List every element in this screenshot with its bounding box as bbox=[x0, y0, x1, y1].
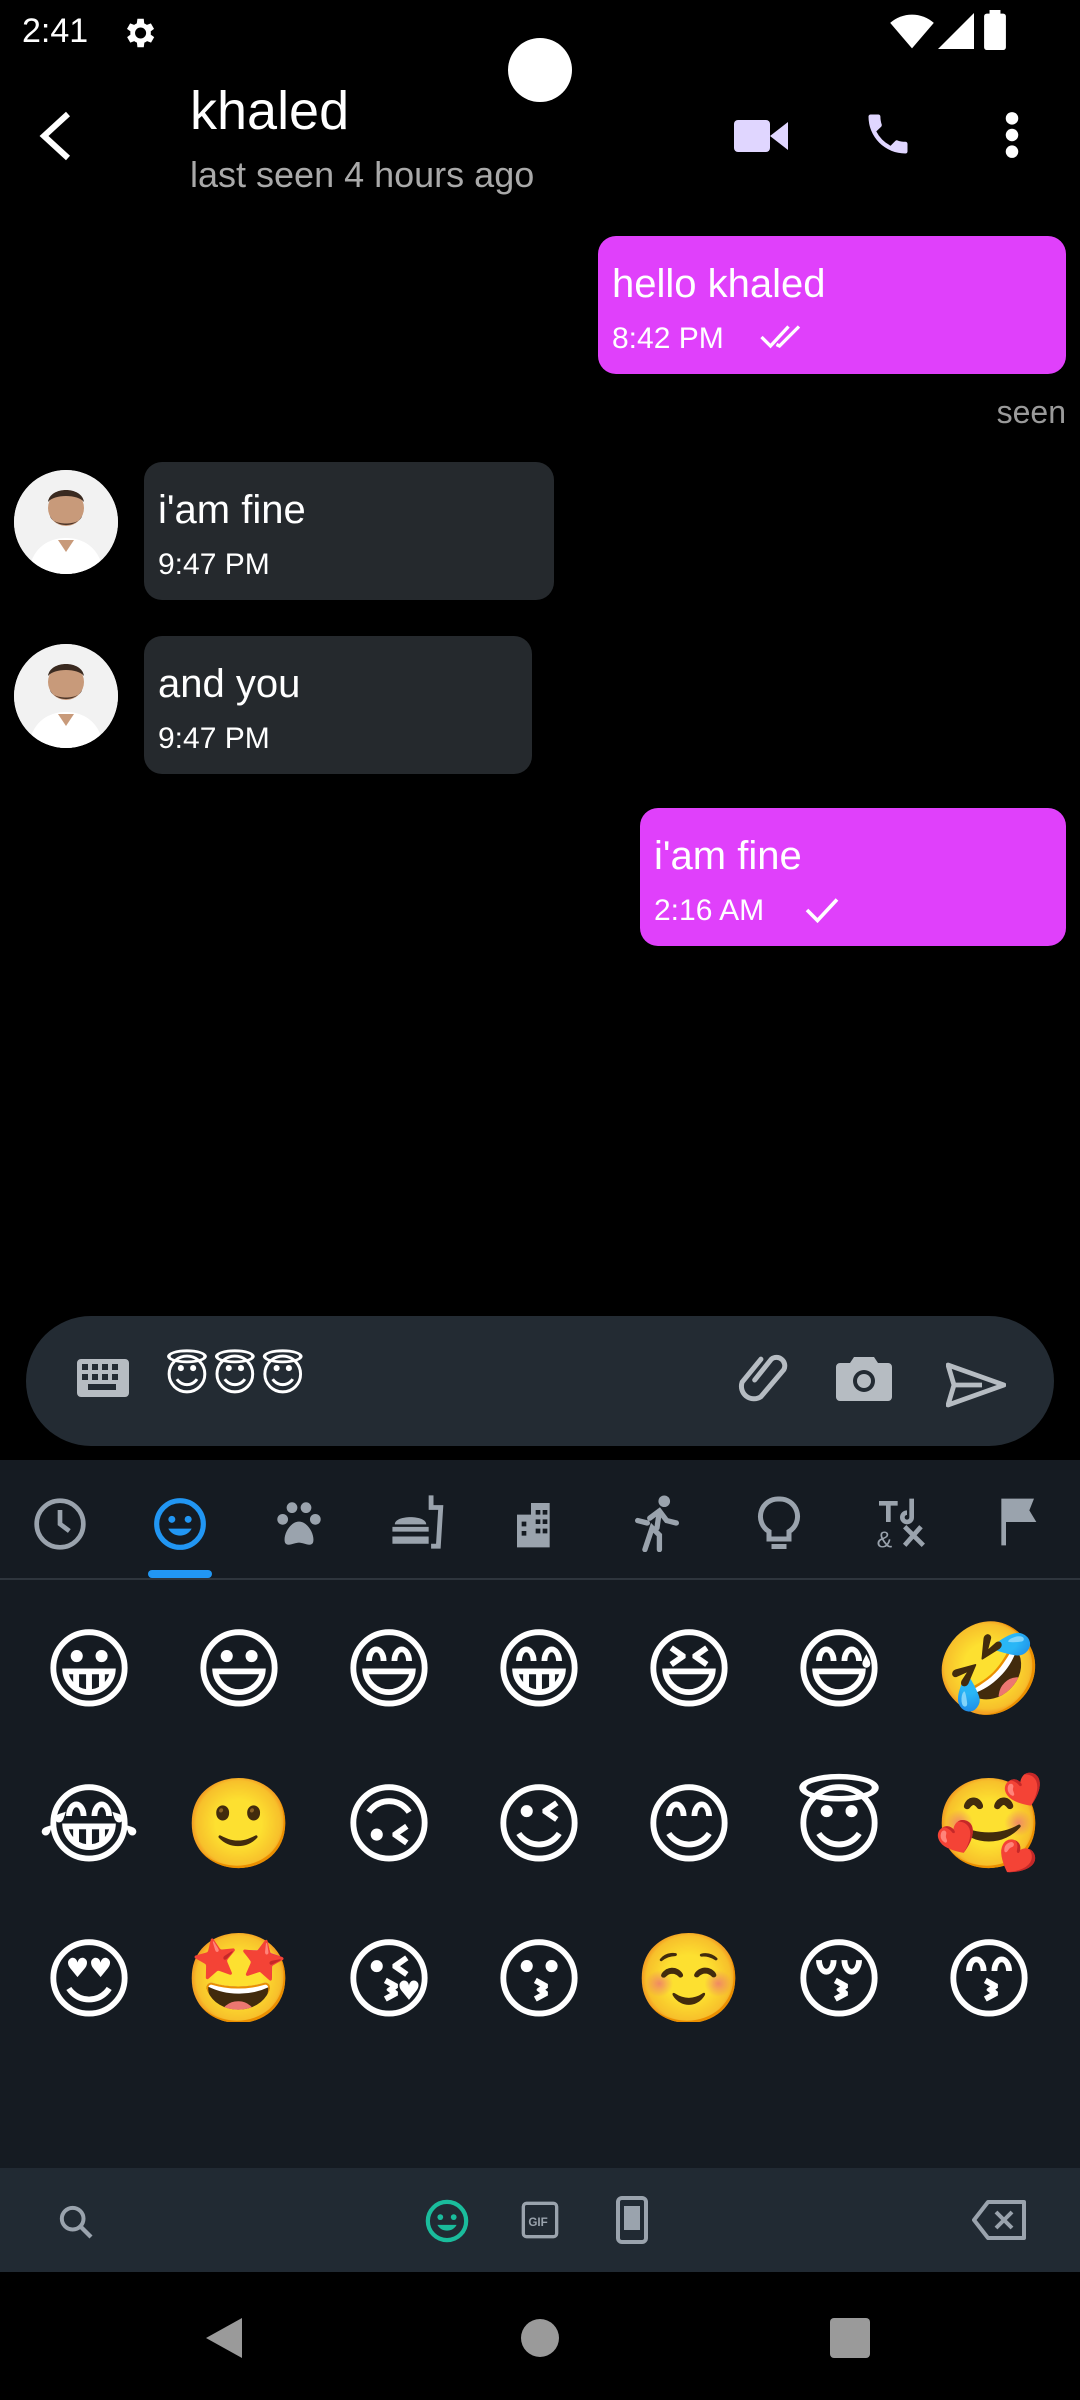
recent-icon[interactable] bbox=[32, 1496, 88, 1552]
emoji-key[interactable]: 😍 bbox=[14, 1902, 164, 2022]
camera-cutout bbox=[508, 38, 572, 102]
smileys-icon[interactable] bbox=[152, 1496, 208, 1552]
emoji-tab-icon[interactable] bbox=[424, 2198, 470, 2244]
status-time: 2:41 bbox=[22, 12, 89, 50]
video-call-icon[interactable] bbox=[734, 116, 788, 156]
emoji-key[interactable]: 😘 bbox=[314, 1902, 464, 2022]
nav-home-icon[interactable] bbox=[520, 2318, 560, 2358]
message-incoming[interactable]: i'am fine 9:47 PM bbox=[144, 462, 554, 600]
svg-text:&: & bbox=[877, 1527, 893, 1552]
settings-icon bbox=[126, 18, 155, 48]
flags-icon[interactable] bbox=[996, 1494, 1044, 1550]
food-icon[interactable] bbox=[390, 1492, 448, 1552]
message-text: and you bbox=[158, 662, 301, 706]
emoji-key[interactable]: 😇 bbox=[764, 1747, 914, 1902]
svg-text:GIF: GIF bbox=[528, 2216, 547, 2229]
emoji-key[interactable]: 😊 bbox=[614, 1747, 764, 1902]
message-time: 2:16 AM bbox=[654, 894, 765, 927]
battery-icon bbox=[984, 10, 1006, 50]
message-outgoing[interactable]: i'am fine 2:16 AM bbox=[640, 808, 1066, 946]
emoji-key[interactable]: 😅 bbox=[764, 1592, 914, 1747]
emoji-key[interactable]: 😚 bbox=[764, 1902, 914, 2022]
message-time: 9:47 PM bbox=[158, 722, 270, 755]
emoji-key[interactable]: 😗 bbox=[464, 1902, 614, 2022]
emoji-key[interactable]: 🤣 bbox=[914, 1592, 1064, 1747]
nav-back-icon[interactable] bbox=[204, 2316, 244, 2360]
emoji-key[interactable]: 🙂 bbox=[164, 1747, 314, 1902]
emoji-key[interactable]: 🙃 bbox=[314, 1747, 464, 1902]
signal-icon bbox=[938, 13, 974, 49]
message-input[interactable]: 😇😇😇 bbox=[164, 1350, 308, 1401]
places-icon[interactable] bbox=[510, 1496, 566, 1552]
backspace-icon[interactable] bbox=[972, 2200, 1028, 2240]
avatar bbox=[14, 644, 118, 748]
objects-icon[interactable] bbox=[754, 1494, 804, 1554]
emoji-category-bar: & bbox=[0, 1460, 1080, 1580]
double-check-icon bbox=[760, 325, 801, 349]
send-icon[interactable] bbox=[946, 1360, 1006, 1410]
emoji-key[interactable]: 😙 bbox=[914, 1902, 1064, 2022]
message-incoming[interactable]: and you 9:47 PM bbox=[144, 636, 532, 774]
message-time: 8:42 PM bbox=[612, 322, 724, 355]
attachment-icon[interactable] bbox=[738, 1350, 788, 1410]
wifi-icon bbox=[890, 14, 934, 49]
gif-icon[interactable]: GIF bbox=[520, 2200, 560, 2240]
emoji-key[interactable]: 🥰 bbox=[914, 1747, 1064, 1902]
seen-label: seen bbox=[996, 394, 1066, 430]
contact-name: khaled bbox=[190, 81, 350, 141]
nav-recents-icon[interactable] bbox=[830, 2318, 870, 2358]
emoji-key[interactable]: 😃 bbox=[164, 1592, 314, 1747]
emoji-key[interactable]: 😄 bbox=[314, 1592, 464, 1747]
animals-icon[interactable] bbox=[270, 1496, 328, 1552]
system-navigation-bar bbox=[0, 2272, 1080, 2400]
check-icon bbox=[805, 898, 839, 924]
message-outgoing[interactable]: hello khaled 8:42 PM bbox=[598, 236, 1066, 374]
keyboard-icon[interactable] bbox=[76, 1358, 130, 1398]
last-seen-status: last seen 4 hours ago bbox=[190, 154, 535, 195]
emoji-bottom-bar: GIF bbox=[0, 2168, 1080, 2272]
emoji-key[interactable]: 🤩 bbox=[164, 1902, 314, 2022]
emoji-key[interactable]: 😀 bbox=[14, 1592, 164, 1747]
avatar bbox=[14, 470, 118, 574]
sticker-icon[interactable] bbox=[616, 2196, 648, 2244]
emoji-key[interactable]: ☺️ bbox=[614, 1902, 764, 2022]
emoji-key[interactable]: 😁 bbox=[464, 1592, 614, 1747]
emoji-keyboard: & 😀😃😄😁😆😅🤣😂🙂🙃😉😊😇🥰😍🤩😘😗☺️😚😙😋😛😜🤪😝🤑🤗 GIF bbox=[0, 1460, 1080, 2272]
message-text: hello khaled bbox=[612, 262, 826, 306]
camera-icon[interactable] bbox=[836, 1352, 892, 1402]
message-composer: 😇😇😇 bbox=[26, 1316, 1054, 1446]
back-arrow-icon[interactable] bbox=[32, 108, 80, 164]
selected-category-indicator bbox=[148, 1570, 212, 1578]
message-text: i'am fine bbox=[158, 488, 306, 532]
symbols-icon[interactable]: & bbox=[872, 1492, 928, 1552]
emoji-search-icon[interactable] bbox=[56, 2202, 96, 2242]
emoji-key[interactable]: 😆 bbox=[614, 1592, 764, 1747]
activity-icon[interactable] bbox=[632, 1494, 682, 1552]
more-options-icon[interactable] bbox=[1000, 110, 1024, 160]
emoji-key[interactable]: 😂 bbox=[14, 1747, 164, 1902]
message-text: i'am fine bbox=[654, 834, 802, 878]
emoji-key[interactable]: 😉 bbox=[464, 1747, 614, 1902]
phone-call-icon[interactable] bbox=[862, 108, 914, 160]
emoji-grid: 😀😃😄😁😆😅🤣😂🙂🙃😉😊😇🥰😍🤩😘😗☺️😚😙😋😛😜🤪😝🤑🤗 bbox=[14, 1592, 1066, 2022]
message-time: 9:47 PM bbox=[158, 548, 270, 581]
